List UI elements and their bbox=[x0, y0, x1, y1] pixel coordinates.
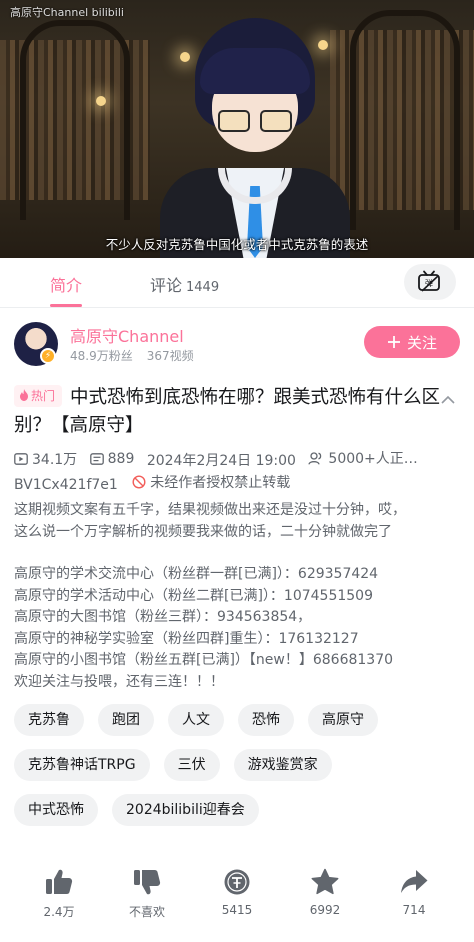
hot-badge-label: 热门 bbox=[31, 389, 56, 403]
tag-row: 克苏鲁 跑团 人文 恐怖 高原守 bbox=[14, 704, 378, 736]
tag-chip[interactable]: 中式恐怖 bbox=[14, 794, 98, 826]
description-line: 这期视频文案有五千字，结果视频做出来还是没过十分钟，哎， bbox=[14, 502, 406, 518]
video-title-block: 热门 中式恐怖到底恐怖在哪？跟美式恐怖有什么区别？【高原守】 bbox=[14, 384, 444, 440]
share-icon bbox=[401, 870, 428, 893]
tab-comments[interactable]: 评论 1449 bbox=[150, 272, 219, 296]
description-line: 欢迎关注与投喂，还有三连！！！ bbox=[14, 673, 224, 690]
tab-intro-label: 简介 bbox=[50, 276, 83, 295]
flame-icon bbox=[20, 389, 28, 401]
uploader-name[interactable]: 高原守Channel bbox=[70, 323, 184, 347]
people-icon bbox=[308, 451, 322, 465]
copyright-text: 未经作者授权禁止转载 bbox=[150, 475, 291, 491]
virtual-avatar-character bbox=[160, 18, 350, 258]
action-bar: 2.4万 不喜欢 5415 6992 714 bbox=[0, 868, 474, 928]
tab-active-indicator bbox=[50, 304, 82, 307]
tab-comments-label: 评论 bbox=[150, 276, 183, 295]
publish-date: 2024年2月24日 19:00 bbox=[146, 452, 296, 469]
dislike-label: 不喜欢 bbox=[128, 905, 165, 919]
lamp-light bbox=[96, 96, 106, 106]
copyright-notice: 未经作者授权禁止转载 bbox=[132, 472, 290, 492]
video-meta-row: 34.1万 889 2024年2月24日 19:00 5000+人正… bbox=[14, 448, 466, 470]
description-line: 高原守的大图书馆（粉丝三群）：934563854， bbox=[14, 609, 312, 625]
video-player[interactable]: 高原守Channel bilibili 不少人反对克苏鲁中国化或者中式克苏鲁的表… bbox=[0, 0, 474, 258]
arch-left bbox=[20, 20, 130, 220]
thumbs-up-icon bbox=[46, 869, 73, 894]
hot-badge: 热门 bbox=[14, 385, 63, 407]
channel-watermark: 高原守Channel bilibili bbox=[10, 6, 124, 19]
star-icon bbox=[311, 868, 339, 895]
coin-icon bbox=[224, 869, 250, 895]
description-line: 高原守的学术活动中心（粉丝二群[已满]）：1074551509 bbox=[14, 587, 373, 604]
danmaku-toggle-icon: 弹 bbox=[418, 270, 440, 292]
views-stat: 34.1万 bbox=[14, 449, 77, 469]
arch-right bbox=[350, 10, 460, 230]
play-count-icon bbox=[14, 452, 28, 465]
thumbs-down-icon bbox=[134, 870, 161, 895]
description-line: 这么说一个万字解析的视频要我来做的话，二十分钟就做完了 bbox=[14, 523, 392, 540]
tag-chip[interactable]: 跑团 bbox=[98, 704, 154, 736]
tag-chip[interactable]: 高原守 bbox=[308, 704, 378, 736]
description-line: 高原守的神秘学实验室（粉丝四群]重生）：176132127 bbox=[14, 630, 359, 647]
danmaku-stat: 889 bbox=[89, 450, 135, 467]
like-button[interactable]: 2.4万 bbox=[19, 868, 99, 920]
video-count: 367视频 bbox=[146, 349, 194, 363]
danmaku-count: 889 bbox=[107, 450, 135, 467]
chevron-up-icon[interactable] bbox=[440, 392, 456, 408]
tag-chip[interactable]: 三伏 bbox=[163, 749, 220, 781]
description-line: 高原守的小图书馆（粉丝五群[已满]）【new！】686681370 bbox=[14, 652, 394, 668]
favorite-count: 6992 bbox=[309, 903, 341, 917]
tag-chip[interactable]: 2024bilibili迎春会 bbox=[112, 794, 259, 826]
danmaku-count-icon bbox=[89, 452, 104, 465]
coin-count: 5415 bbox=[221, 903, 253, 917]
tag-row: 中式恐怖 2024bilibili迎春会 bbox=[14, 794, 259, 826]
tag-chip[interactable]: 克苏鲁 bbox=[14, 704, 84, 736]
description-line: 高原守的学术交流中心（粉丝群一群[已满]）：629357424 bbox=[14, 566, 379, 582]
tab-intro[interactable]: 简介 bbox=[50, 272, 82, 296]
tab-bar: 简介 评论1449 弹 bbox=[0, 258, 474, 308]
video-meta-row-2: BV1Cx421f7e1 未经作者授权禁止转载 bbox=[14, 472, 300, 493]
video-title: 中式恐怖到底恐怖在哪？跟美式恐怖有什么区别？【高原守】 bbox=[14, 387, 441, 436]
tab-comments-count: 1449 bbox=[186, 280, 220, 295]
fans-count: 48.9万粉丝 bbox=[70, 349, 133, 363]
bvid: BV1Cx421f7e1 bbox=[14, 477, 118, 493]
plus-icon bbox=[387, 336, 400, 348]
coin-button[interactable]: 5415 bbox=[197, 868, 277, 917]
tag-chip[interactable]: 人文 bbox=[168, 704, 224, 736]
watching-count: 5000+人正… bbox=[328, 451, 418, 467]
video-description: 这期视频文案有五千字，结果视频做出来还是没过十分钟，哎， 这么说一个万字解析的视… bbox=[14, 500, 464, 693]
uploader-info: ⚡ 高原守Channel 48.9万粉丝 367视频 关注 bbox=[0, 318, 474, 374]
like-count: 2.4万 bbox=[43, 905, 75, 919]
share-count: 714 bbox=[402, 903, 426, 917]
tag-chip[interactable]: 恐怖 bbox=[238, 704, 294, 736]
video-subtitle: 不少人反对克苏鲁中国化或者中式克苏鲁的表述 bbox=[105, 237, 369, 252]
follow-label: 关注 bbox=[406, 333, 437, 352]
lightning-badge-icon: ⚡ bbox=[40, 348, 56, 364]
share-button[interactable]: 714 bbox=[374, 868, 454, 917]
tag-chip[interactable]: 克苏鲁神话TRPG bbox=[14, 749, 150, 781]
favorite-button[interactable]: 6992 bbox=[285, 868, 365, 917]
tag-chip[interactable]: 游戏鉴赏家 bbox=[233, 749, 332, 781]
watching-stat: 5000+人正… bbox=[308, 448, 418, 468]
danmaku-toggle-button[interactable]: 弹 bbox=[404, 264, 456, 300]
dislike-button[interactable]: 不喜欢 bbox=[107, 868, 187, 920]
views-count: 34.1万 bbox=[32, 451, 78, 468]
tag-row: 克苏鲁神话TRPG 三伏 游戏鉴赏家 bbox=[14, 749, 332, 781]
forbidden-icon bbox=[132, 475, 146, 489]
follow-button[interactable]: 关注 bbox=[364, 326, 460, 358]
uploader-stats: 48.9万粉丝 367视频 bbox=[70, 347, 194, 364]
